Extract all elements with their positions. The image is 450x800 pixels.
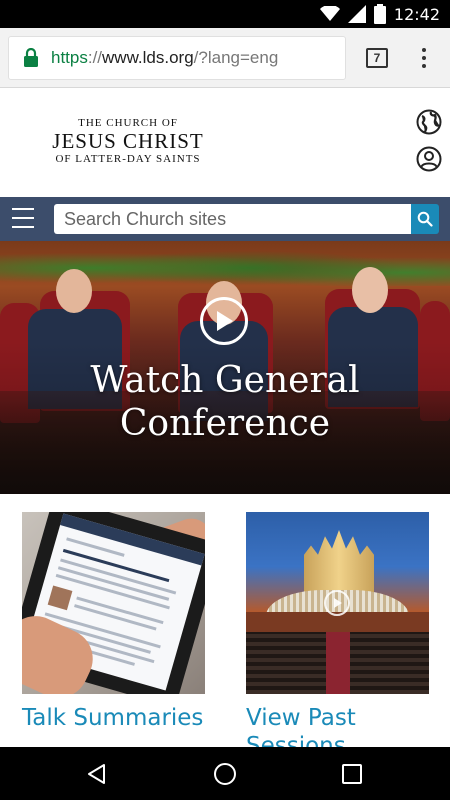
- play-icon: [334, 598, 342, 608]
- recents-icon[interactable]: [342, 764, 362, 784]
- site-header: THE CHURCH OF JESUS CHRIST OF LATTER-DAY…: [0, 89, 450, 197]
- church-logo[interactable]: THE CHURCH OF JESUS CHRIST OF LATTER-DAY…: [48, 117, 208, 165]
- wifi-icon: [319, 6, 340, 21]
- search-icon: [417, 211, 433, 227]
- card-title: Talk Summaries: [22, 705, 204, 731]
- hero-title-line-1: Watch General: [90, 360, 360, 401]
- site-nav-bar: [0, 197, 450, 241]
- card-play-button[interactable]: [324, 590, 350, 616]
- url-host: www.lds.org: [102, 48, 194, 67]
- tablet-photo: [22, 512, 205, 694]
- menu-dot-icon: [422, 48, 426, 52]
- hamburger-menu-icon[interactable]: [12, 208, 34, 228]
- home-icon[interactable]: [214, 763, 236, 785]
- url-bar[interactable]: https://www.lds.org/?lang=eng: [8, 36, 346, 80]
- account-icon[interactable]: [416, 146, 442, 172]
- hero-banner[interactable]: Watch General Conference: [0, 241, 450, 494]
- status-bar: 12:42: [0, 0, 450, 28]
- browser-menu-button[interactable]: [418, 46, 430, 70]
- lock-icon: [24, 48, 38, 67]
- browser-toolbar: https://www.lds.org/?lang=eng 7: [0, 28, 450, 88]
- url-separator: ://: [87, 48, 103, 67]
- android-nav-bar: [0, 747, 450, 800]
- logo-line-2: JESUS CHRIST: [52, 129, 204, 153]
- status-time: 12:42: [393, 4, 440, 24]
- url-path: /?lang=eng: [193, 48, 279, 67]
- back-icon[interactable]: [86, 763, 108, 785]
- conference-center-photo: [246, 512, 429, 694]
- tab-count-label: 7: [373, 51, 381, 65]
- globe-icon[interactable]: [416, 109, 442, 135]
- search-button[interactable]: [411, 204, 439, 234]
- card-talk-summaries[interactable]: Talk Summaries: [22, 512, 205, 732]
- card-view-past-sessions[interactable]: View Past Sessions: [246, 512, 429, 747]
- menu-dot-icon: [422, 64, 426, 68]
- feature-cards: Talk Summaries View Past Sessions: [0, 494, 450, 747]
- logo-line-3: OF LATTER-DAY SAINTS: [55, 153, 201, 165]
- tab-switcher-button[interactable]: 7: [366, 48, 388, 68]
- hero-title: Watch General Conference: [0, 359, 450, 445]
- hero-title-line-2: Conference: [119, 403, 331, 444]
- play-video-button[interactable]: [200, 297, 248, 345]
- url-text: https://www.lds.org/?lang=eng: [51, 48, 278, 68]
- battery-icon: [373, 4, 386, 24]
- status-icons: 12:42: [319, 4, 440, 24]
- cell-signal-icon: [347, 5, 366, 23]
- play-icon: [217, 311, 233, 331]
- card-title: View Past Sessions: [246, 705, 356, 747]
- url-scheme: https: [51, 48, 88, 67]
- search-input[interactable]: [54, 204, 411, 234]
- menu-dot-icon: [422, 56, 426, 60]
- logo-line-1: THE CHURCH OF: [78, 117, 178, 129]
